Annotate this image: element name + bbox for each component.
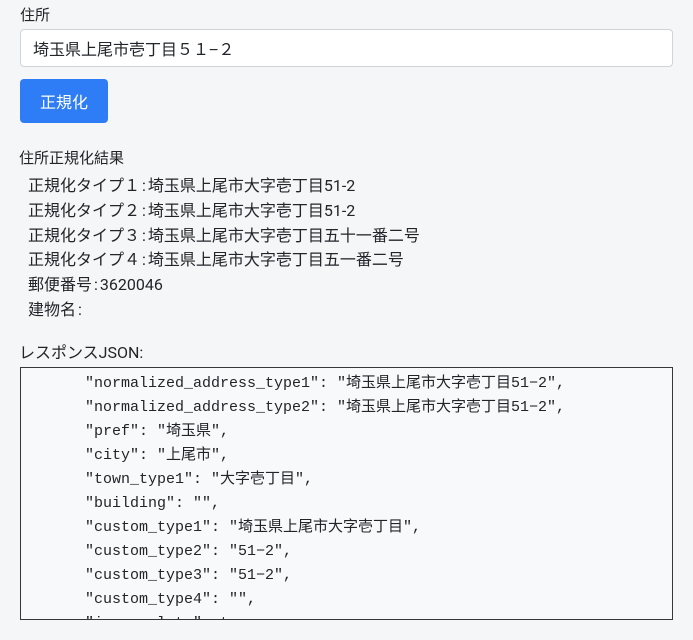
result-label: 建物名 bbox=[28, 298, 76, 323]
normalize-button[interactable]: 正規化 bbox=[20, 79, 108, 123]
result-label: 正規化タイプ３ bbox=[28, 224, 140, 249]
result-value: 埼玉県上尾市大字壱丁目五十一番二号 bbox=[148, 224, 420, 249]
result-row: 正規化タイプ３: 埼玉県上尾市大字壱丁目五十一番二号 bbox=[28, 224, 673, 249]
json-line: "pref": "埼玉県", bbox=[31, 420, 662, 444]
result-value: 埼玉県上尾市大字壱丁目51-2 bbox=[148, 174, 355, 199]
address-input[interactable] bbox=[20, 29, 673, 67]
response-json-box[interactable]: "normalized_address_type1": "埼玉県上尾市大字壱丁目… bbox=[20, 367, 673, 620]
result-row: 正規化タイプ１: 埼玉県上尾市大字壱丁目51-2 bbox=[28, 174, 673, 199]
result-label: 正規化タイプ１ bbox=[28, 174, 140, 199]
result-row: 郵便番号: 3620046 bbox=[28, 273, 673, 298]
response-json-heading: レスポンスJSON: bbox=[19, 339, 673, 363]
result-value: 埼玉県上尾市大字壱丁目五一番二号 bbox=[148, 248, 404, 273]
results-heading: 住所正規化結果 bbox=[19, 147, 673, 168]
json-line: "normalized_address_type2": "埼玉県上尾市大字壱丁目… bbox=[31, 396, 662, 420]
json-line: "building": "", bbox=[31, 492, 662, 516]
json-line: "town_type1": "大字壱丁目", bbox=[31, 468, 662, 492]
result-value: 埼玉県上尾市大字壱丁目51-2 bbox=[148, 199, 355, 224]
address-label: 住所 bbox=[20, 0, 673, 29]
result-row: 建物名: bbox=[28, 298, 673, 323]
json-line: "custom_type3": "51−2", bbox=[31, 564, 662, 588]
results-list: 正規化タイプ１: 埼玉県上尾市大字壱丁目51-2 正規化タイプ２: 埼玉県上尾市… bbox=[20, 174, 673, 323]
result-label: 正規化タイプ２ bbox=[28, 199, 140, 224]
result-row: 正規化タイプ４: 埼玉県上尾市大字壱丁目五一番二号 bbox=[28, 248, 673, 273]
result-label: 正規化タイプ４ bbox=[28, 248, 140, 273]
json-line: "custom_type2": "51−2", bbox=[31, 540, 662, 564]
result-row: 正規化タイプ２: 埼玉県上尾市大字壱丁目51-2 bbox=[28, 199, 673, 224]
json-line: "city": "上尾市", bbox=[31, 444, 662, 468]
json-line: "is_complete": true, bbox=[31, 612, 662, 620]
result-value: 3620046 bbox=[100, 273, 163, 298]
json-line: "custom_type4": "", bbox=[31, 588, 662, 612]
main-container: 住所 正規化 住所正規化結果 正規化タイプ１: 埼玉県上尾市大字壱丁目51-2 … bbox=[0, 0, 693, 640]
json-line: "custom_type1": "埼玉県上尾市大字壱丁目", bbox=[31, 516, 662, 540]
json-line: "normalized_address_type1": "埼玉県上尾市大字壱丁目… bbox=[31, 372, 662, 396]
result-label: 郵便番号 bbox=[28, 273, 92, 298]
